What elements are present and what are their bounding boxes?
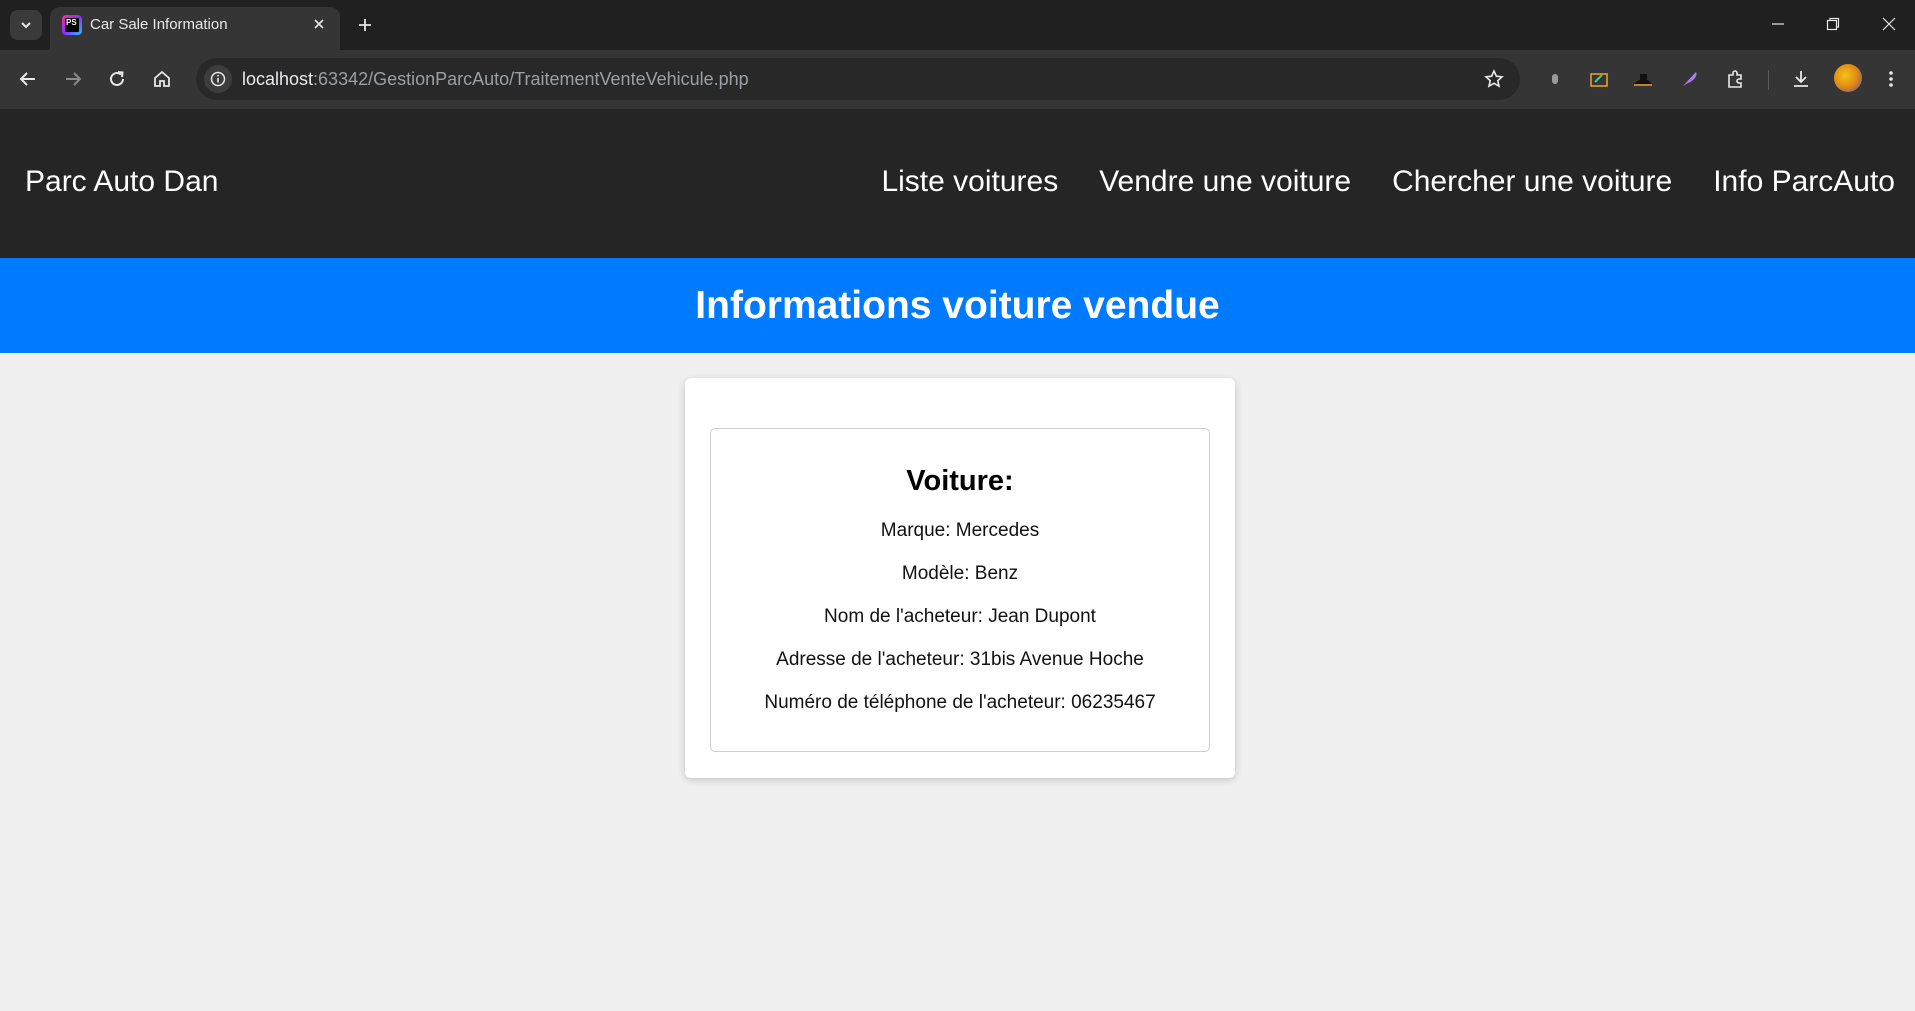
restore-icon (1826, 17, 1840, 31)
tab-title: Car Sale Information (90, 16, 228, 33)
back-button[interactable] (11, 62, 45, 96)
page-title: Informations voiture vendue (695, 283, 1220, 327)
home-icon (154, 70, 170, 87)
close-icon (314, 19, 324, 29)
minimize-button[interactable] (1755, 6, 1801, 42)
url-host: localhost (242, 69, 314, 89)
extension-feather-icon (1683, 72, 1697, 86)
extension-button[interactable] (1584, 64, 1614, 94)
car-details-box: Voiture: Marque: Mercedes Modèle: Benz N… (710, 428, 1210, 752)
toolbar-divider (1768, 70, 1769, 90)
nav-link-info-parcauto[interactable]: Info ParcAuto (1713, 165, 1895, 199)
reload-icon (110, 71, 124, 86)
minimize-icon (1772, 23, 1784, 25)
site-info-button[interactable] (204, 65, 232, 93)
nav-link-chercher-voiture[interactable]: Chercher une voiture (1392, 165, 1672, 199)
kebab-menu-icon (1889, 71, 1893, 87)
chevron-down-icon (21, 22, 31, 29)
close-icon (1882, 17, 1896, 31)
puzzle-icon (1728, 70, 1742, 88)
buyer-name: Nom de l'acheteur: Jean Dupont (824, 606, 1096, 627)
browser-menu-button[interactable] (1876, 64, 1906, 94)
car-brand: Marque: Mercedes (880, 520, 1040, 541)
extension-mic-icon (1552, 74, 1558, 84)
new-tab-button[interactable] (350, 10, 380, 40)
car-model: Modèle: Benz (901, 563, 1019, 584)
extension-box-icon (1590, 73, 1608, 87)
phpstorm-icon: PS (62, 15, 82, 35)
extension-hat-icon (1634, 74, 1652, 86)
page-banner: Informations voiture vendue (0, 258, 1915, 353)
car-heading: Voiture: (906, 465, 1014, 497)
star-icon (1484, 69, 1504, 88)
reload-button[interactable] (100, 62, 134, 96)
window-close-button[interactable] (1866, 6, 1912, 42)
arrow-left-icon (19, 72, 35, 86)
extension-button[interactable] (1540, 64, 1570, 94)
browser-tab[interactable]: PS Car Sale Information (50, 7, 340, 50)
profile-avatar[interactable] (1834, 64, 1862, 92)
browser-tab-bar: PS Car Sale Information (0, 0, 1915, 50)
extension-button[interactable] (1628, 64, 1658, 94)
buyer-phone: Numéro de téléphone de l'acheteur: 06235… (764, 692, 1156, 713)
url-text[interactable]: localhost:63342/GestionParcAuto/Traiteme… (242, 69, 749, 90)
buyer-address: Adresse de l'acheteur: 31bis Avenue Hoch… (776, 649, 1144, 670)
browser-toolbar: localhost:63342/GestionParcAuto/Traiteme… (0, 50, 1915, 109)
nav-link-vendre-voiture[interactable]: Vendre une voiture (1099, 165, 1351, 199)
restore-button[interactable] (1810, 6, 1856, 42)
plus-icon (359, 19, 371, 31)
extensions-menu-button[interactable] (1720, 64, 1750, 94)
site-brand[interactable]: Parc Auto Dan (25, 165, 218, 199)
site-header: Parc Auto Dan Liste voitures Vendre une … (0, 109, 1915, 258)
bookmark-button[interactable] (1478, 63, 1510, 95)
nav-link-liste-voitures[interactable]: Liste voitures (881, 165, 1058, 199)
extension-button[interactable] (1675, 64, 1705, 94)
arrow-right-icon (66, 72, 82, 86)
tab-close-button[interactable] (308, 13, 330, 35)
download-icon (1794, 71, 1808, 87)
url-path: :63342/GestionParcAuto/TraitementVenteVe… (313, 69, 749, 89)
tab-search-button[interactable] (10, 10, 42, 40)
home-button[interactable] (145, 62, 179, 96)
sale-info-card: Voiture: Marque: Mercedes Modèle: Benz N… (685, 378, 1235, 778)
downloads-button[interactable] (1786, 64, 1816, 94)
site-nav: Liste voitures Vendre une voiture Cherch… (881, 165, 1895, 199)
address-bar[interactable]: localhost:63342/GestionParcAuto/Traiteme… (196, 58, 1520, 100)
info-icon (210, 71, 226, 87)
forward-button[interactable] (56, 62, 90, 96)
